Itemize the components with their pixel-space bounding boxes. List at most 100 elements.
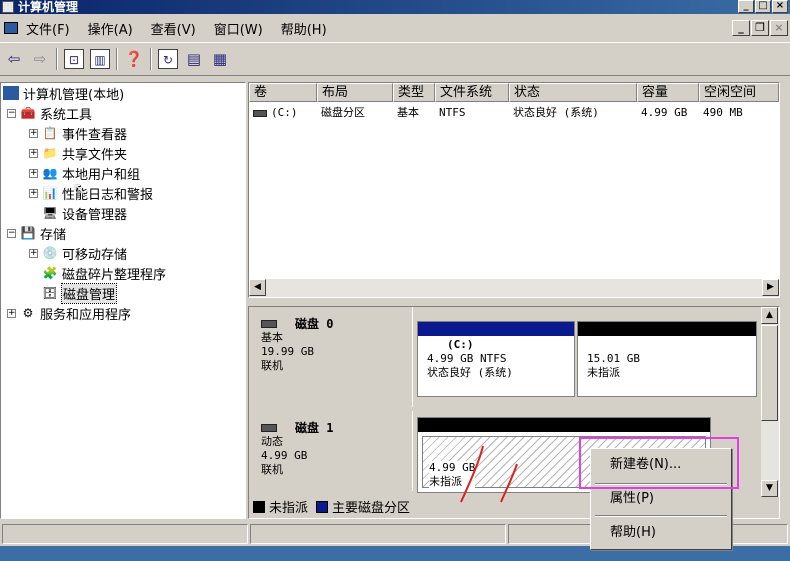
expand-toggle[interactable]: +	[29, 128, 38, 138]
up-folder-icon[interactable]: ⊡	[64, 49, 84, 69]
partition-status: 未指派	[587, 366, 620, 379]
close-button[interactable]: ×	[772, 0, 788, 13]
disk-1-info[interactable]: 磁盘 1 动态 4.99 GB 联机	[249, 411, 413, 491]
disk-size: 4.99 GB	[261, 449, 308, 462]
menu-window[interactable]: 窗口(W)	[214, 19, 263, 38]
menu-view[interactable]: 查看(V)	[151, 19, 196, 38]
list-header: 卷 布局 类型 文件系统 状态 容量 空闲空间	[249, 83, 779, 102]
back-arrow-icon[interactable]: ⇦	[4, 49, 24, 69]
scroll-up-button[interactable]: ▲	[761, 307, 778, 324]
tree-item-disk-management[interactable]: 🗄 磁盘管理	[42, 282, 118, 304]
partition-detail: 4.99 GB NTFS	[427, 352, 507, 365]
table-row[interactable]: (C:) 磁盘分区 基本 NTFS 状态良好 (系统) 4.99 GB 490 …	[249, 104, 779, 122]
pane-splitter[interactable]	[248, 298, 780, 306]
export-list-icon[interactable]: ▦	[210, 49, 230, 69]
expand-toggle[interactable]: +	[7, 308, 16, 318]
event-viewer-icon: 📋	[42, 126, 58, 140]
scroll-down-button[interactable]: ▼	[761, 480, 778, 497]
tree-label: 系统工具	[40, 107, 93, 123]
expand-toggle[interactable]: +	[29, 168, 38, 178]
tree-label: 可移动存储	[62, 247, 128, 263]
computer-icon	[3, 86, 19, 100]
tree-item-shared-folders[interactable]: + 📁 共享文件夹	[29, 143, 127, 163]
unallocated-bar	[578, 322, 756, 336]
disk-name: 磁盘 0	[295, 317, 334, 331]
mdi-restore-button[interactable]: ❐	[751, 20, 769, 36]
volume-layout: 磁盘分区	[321, 106, 365, 119]
performance-chart-icon: 📊	[42, 186, 58, 200]
tree-label: 设备管理器	[62, 207, 128, 223]
mdi-close-button[interactable]: ×	[770, 20, 788, 36]
maximize-button[interactable]: □	[755, 0, 771, 13]
vertical-scrollbar[interactable]: ▲ ▼	[761, 307, 779, 497]
column-volume[interactable]: 卷	[249, 83, 317, 102]
disk-status: 联机	[261, 463, 283, 476]
tree-item-system-tools[interactable]: − 🧰 系统工具	[7, 103, 92, 123]
volume-filesystem: NTFS	[439, 106, 466, 119]
menu-help[interactable]: 帮助(H)	[281, 19, 327, 38]
horizontal-scrollbar[interactable]: ◀ ▶	[249, 279, 779, 297]
tree-item-defrag[interactable]: 🧩 磁盘碎片整理程序	[42, 263, 167, 283]
tree-item-perf-logs[interactable]: + 📊 性能日志和警报	[29, 183, 153, 203]
legend-primary-label: 主要磁盘分区	[332, 501, 411, 516]
tree-label: 事件查看器	[62, 127, 128, 143]
scroll-right-button[interactable]: ▶	[762, 279, 779, 296]
tree-item-root[interactable]: 计算机管理(本地)	[3, 83, 124, 103]
legend-unallocated-swatch	[253, 500, 265, 513]
show-tree-icon[interactable]: ▥	[90, 49, 110, 69]
partition-detail: 15.01 GB	[587, 352, 640, 365]
volume-capacity: 4.99 GB	[641, 106, 688, 119]
tree-item-device-manager[interactable]: 🖥 设备管理器	[42, 203, 127, 223]
properties-icon[interactable]: ▤	[184, 49, 204, 69]
defrag-icon: 🧩	[42, 266, 58, 280]
partition-label: (C:)	[447, 338, 474, 351]
partition-c[interactable]: (C:) 4.99 GB NTFS 状态良好 (系统)	[417, 321, 575, 397]
mouse-cursor-icon: ↖	[73, 179, 87, 198]
tree-item-event-viewer[interactable]: + 📋 事件查看器	[29, 123, 127, 143]
hard-disk-icon	[261, 424, 277, 432]
expand-toggle[interactable]: +	[29, 148, 38, 158]
collapse-toggle[interactable]: −	[7, 228, 16, 238]
shared-folder-icon: 📁	[42, 146, 58, 160]
column-free-space[interactable]: 空闲空间	[699, 83, 779, 102]
collapse-toggle[interactable]: −	[7, 108, 16, 118]
menu-item-new-volume[interactable]: 新建卷(N)...	[594, 453, 728, 477]
toolbar-separator	[56, 48, 58, 70]
volume-list: 卷 布局 类型 文件系统 状态 容量 空闲空间 (C:) 磁盘分区 基本 NTF…	[248, 82, 780, 298]
column-capacity[interactable]: 容量	[637, 83, 699, 102]
disk-type: 基本	[261, 331, 283, 344]
disk-0-info[interactable]: 磁盘 0 基本 19.99 GB 联机	[249, 307, 413, 407]
refresh-icon[interactable]: ↻	[158, 49, 178, 69]
column-layout[interactable]: 布局	[317, 83, 393, 102]
expand-toggle[interactable]: +	[29, 248, 38, 258]
tree-item-removable-storage[interactable]: + 💿 可移动存储	[29, 243, 127, 263]
scroll-thumb[interactable]	[761, 325, 778, 421]
tree-label: 磁盘碎片整理程序	[62, 267, 167, 283]
volume-free-space: 490 MB	[703, 106, 743, 119]
partition-unallocated-0[interactable]: 15.01 GB 未指派	[577, 321, 757, 397]
toolbar-separator	[116, 48, 118, 70]
column-filesystem[interactable]: 文件系统	[435, 83, 509, 102]
legend-unallocated-label: 未指派	[269, 501, 309, 516]
partition-status: 状态良好 (系统)	[427, 366, 513, 379]
menu-action[interactable]: 操作(A)	[88, 19, 133, 38]
menu-file[interactable]: 文件(F)	[26, 19, 70, 38]
mdi-minimize-button[interactable]: _	[732, 20, 750, 36]
volume-name: (C:)	[271, 106, 298, 119]
scroll-left-button[interactable]: ◀	[249, 279, 266, 296]
menu-separator	[595, 515, 727, 517]
toolbar-separator	[150, 48, 152, 70]
tree-item-storage[interactable]: − 💾 存储	[7, 223, 66, 243]
column-type[interactable]: 类型	[393, 83, 435, 102]
minimize-button[interactable]: _	[738, 0, 754, 13]
storage-icon: 💾	[20, 226, 36, 240]
column-status[interactable]: 状态	[509, 83, 637, 102]
menu-item-properties[interactable]: 属性(P)	[594, 487, 728, 511]
menu-item-help[interactable]: 帮助(H)	[594, 521, 728, 545]
tree-item-services[interactable]: + ⚙ 服务和应用程序	[7, 303, 131, 323]
status-pane	[250, 524, 506, 544]
expand-toggle[interactable]: +	[29, 188, 38, 198]
forward-arrow-icon[interactable]: ⇨	[30, 49, 50, 69]
help-icon[interactable]: ❓	[124, 49, 144, 69]
console-icon[interactable]	[4, 22, 18, 34]
